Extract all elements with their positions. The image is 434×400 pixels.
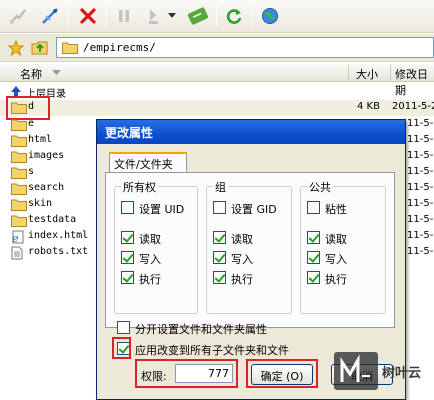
group-group-title: 组 [213,179,228,195]
file-date: 2011-5-2 [392,101,434,112]
owner-exec-label: 执行 [139,273,161,286]
stop-icon[interactable] [76,5,100,27]
separate-attributes-label: 分开设置文件和文件夹属性 [135,323,267,336]
public-exec-label: 执行 [325,273,347,286]
file-date: 11-5-2 [407,198,434,209]
file-date: 11-5-2 [407,166,434,177]
chevron-down-icon[interactable] [166,5,178,27]
file-name: s [28,166,35,177]
public-read-checkbox[interactable] [307,231,320,244]
column-name[interactable]: 名称 [20,66,42,82]
file-name: skin [28,198,53,209]
watermark-logo [334,352,378,390]
file-date: 11-5-2 [407,214,434,225]
group-read-label: 读取 [231,233,253,246]
folder-icon [11,151,27,163]
public-sticky-label: 粘性 [325,203,347,216]
folder-icon [11,119,27,131]
group-group: 组 设置 GID 读取 写入 执行 [206,179,292,314]
file-name: robots.txt [28,246,89,257]
public-group: 公共 粘性 读取 写入 执行 [300,179,386,314]
folder-up-icon[interactable] [30,37,50,59]
address-bar: /empirecms/ [0,34,434,62]
owner-write-label: 写入 [139,253,161,266]
file-date: 11-5-2 [407,150,434,161]
owner-group-title: 所有权 [121,179,158,195]
folder-icon [62,42,78,54]
refresh-icon[interactable] [222,5,246,27]
separate-attributes-checkbox[interactable] [117,321,130,334]
group-write-checkbox[interactable] [213,251,226,264]
group-write-label: 写入 [231,253,253,266]
file-name: html [28,134,53,145]
highlight-box [112,337,131,359]
watermark: 树叶云 [334,352,434,392]
file-name: images [28,150,65,161]
file-date: 11-5-2 [407,246,434,257]
owner-read-label: 读取 [139,233,161,246]
group-exec-checkbox[interactable] [213,271,226,284]
file-date: 11-5-2 [407,230,434,241]
folder-icon [11,183,27,195]
public-exec-checkbox[interactable] [307,271,320,284]
text-file-icon [11,246,23,260]
disconnect-icon[interactable] [38,5,62,27]
connect-icon[interactable] [6,5,30,27]
star-icon[interactable] [6,37,26,59]
group-read-checkbox[interactable] [213,231,226,244]
public-write-label: 写入 [325,253,347,266]
watermark-text: 树叶云 [382,366,422,381]
owner-setuid-label: 设置 UID [139,203,185,216]
group-exec-label: 执行 [231,273,253,286]
column-header: 名称 大小 修改日期 [0,64,434,97]
globe-icon[interactable] [258,5,282,27]
toolbar [0,0,434,33]
folder-icon [11,135,27,147]
parent-dir-row[interactable]: 上层目录 [0,84,434,100]
file-row[interactable]: d 4 KB 2011-5-2 [0,100,434,116]
sort-down-icon [52,70,61,75]
pause-icon[interactable] [112,5,136,27]
file-date: 11-5-2 [407,182,434,193]
file-size: 4 KB [357,101,380,112]
file-name: search [28,182,65,193]
file-name: e [28,118,35,129]
dialog-title: 更改属性 [97,120,405,144]
folder-icon [11,215,27,227]
public-sticky-checkbox[interactable] [307,201,320,214]
tab-file-folder[interactable]: 文件/文件夹 [109,152,187,172]
public-read-label: 读取 [325,233,347,246]
html-file-icon: e [12,230,24,244]
tab-panel: 所有权 设置 UID 读取 写入 执行 组 设置 GID 读取 写入 执行 公共 [105,172,395,328]
address-input[interactable]: /empirecms/ [56,37,434,58]
folder-icon [11,167,27,179]
public-group-title: 公共 [307,179,333,195]
group-setgid-label: 设置 GID [231,203,277,216]
folder-icon [11,199,27,211]
owner-write-checkbox[interactable] [121,251,134,264]
highlight-box [246,359,318,388]
file-name: index.html [28,230,89,241]
highlight-box [135,359,238,388]
file-date: 11-5-2 [407,118,434,129]
file-date: 11-5-2 [407,134,434,145]
sync-browse-icon[interactable] [186,5,210,27]
owner-exec-checkbox[interactable] [121,271,134,284]
apply-recursive-label: 应用改变到所有子文件夹和文件 [135,344,289,357]
owner-setuid-checkbox[interactable] [121,201,134,214]
address-path: /empirecms/ [83,41,156,54]
svg-text:e: e [12,232,19,244]
owner-group: 所有权 设置 UID 读取 写入 执行 [114,179,198,314]
group-setgid-checkbox[interactable] [213,201,226,214]
column-size[interactable]: 大小 [356,66,378,82]
public-write-checkbox[interactable] [307,251,320,264]
owner-read-checkbox[interactable] [121,231,134,244]
transfer-queue-icon[interactable] [142,5,166,27]
file-name: testdata [28,214,77,225]
